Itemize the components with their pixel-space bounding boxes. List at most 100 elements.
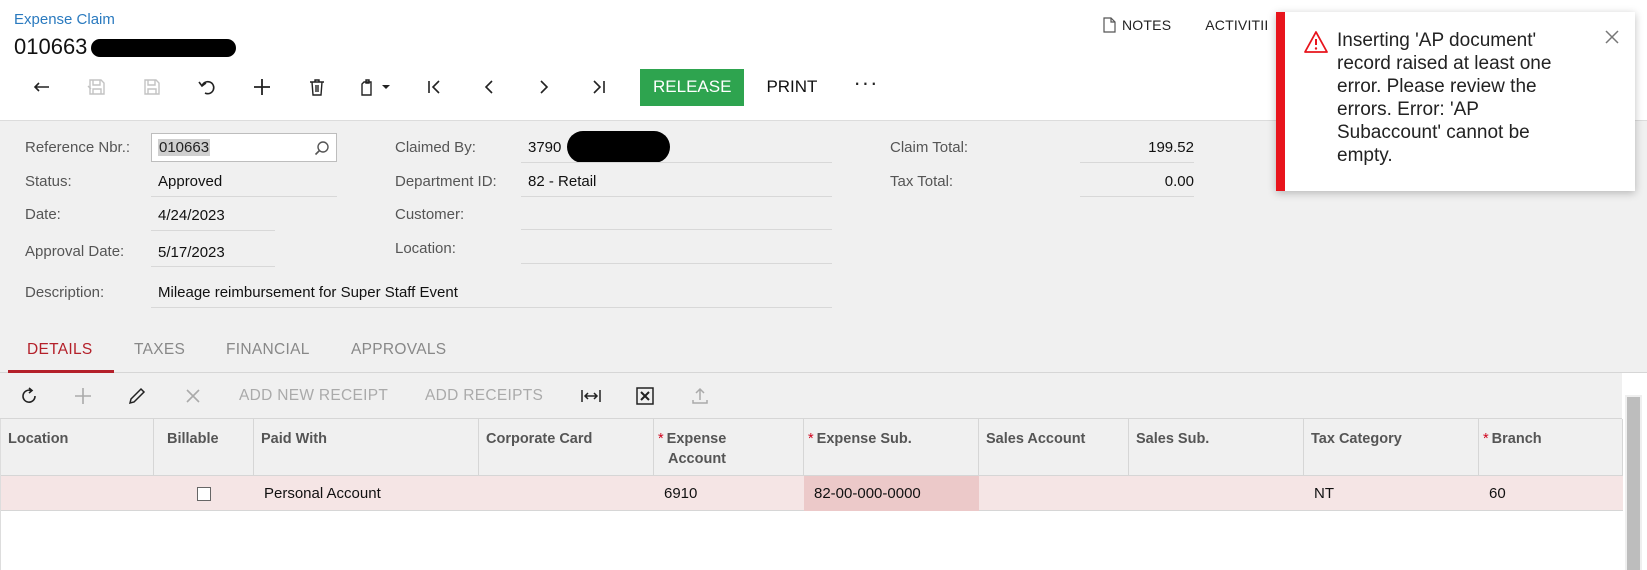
cell-tax-category[interactable]: NT	[1304, 476, 1479, 511]
previous-record-button[interactable]	[461, 68, 516, 106]
cell-expense-sub[interactable]: 82-00-000-0000	[804, 476, 979, 511]
last-icon	[592, 80, 605, 94]
upload-icon[interactable]	[690, 386, 710, 406]
billable-checkbox[interactable]	[197, 486, 211, 501]
error-notification: Inserting 'AP document' record raised at…	[1276, 12, 1635, 191]
date-value[interactable]: 4/24/2023	[158, 207, 225, 224]
grid-scrollbar[interactable]	[1625, 395, 1642, 570]
add-receipts-button[interactable]: ADD RECEIPTS	[425, 387, 543, 405]
claim-total-label: Claim Total:	[890, 139, 969, 156]
approval-date-underline	[151, 266, 275, 267]
claimed-by-label: Claimed By:	[395, 139, 476, 156]
description-value[interactable]: Mileage reimbursement for Super Staff Ev…	[158, 284, 458, 301]
record-title: 010663	[14, 34, 237, 60]
next-icon	[539, 80, 548, 94]
add-new-receipt-button[interactable]: ADD NEW RECEIPT	[239, 387, 388, 405]
add-button[interactable]	[234, 68, 289, 106]
department-id-value[interactable]: 82 - Retail	[528, 173, 596, 190]
export-excel-icon[interactable]	[635, 386, 655, 406]
customer-label: Customer:	[395, 206, 465, 223]
cell-paid-with[interactable]: Personal Account	[254, 476, 479, 511]
approval-date-label: Approval Date:	[25, 243, 125, 260]
col-tax-category[interactable]: Tax Category	[1304, 419, 1479, 476]
col-expense-sub[interactable]: * Expense Sub.	[804, 419, 979, 476]
tab-financial[interactable]: FINANCIAL	[226, 341, 310, 359]
add-icon	[253, 79, 270, 95]
cell-branch[interactable]: 60	[1479, 476, 1623, 511]
copy-paste-button[interactable]	[344, 68, 406, 106]
activities-label: ACTIVITII	[1205, 17, 1269, 33]
status-value: Approved	[158, 173, 223, 190]
fit-columns-icon[interactable]	[580, 386, 602, 406]
refresh-icon[interactable]	[19, 386, 39, 406]
search-icon[interactable]	[314, 140, 330, 156]
activities-link[interactable]: ACTIVITII	[1205, 17, 1268, 33]
record-number: 010663	[14, 34, 88, 59]
scrollbar-thumb[interactable]	[1627, 397, 1640, 570]
tax-total-value: 0.00	[1164, 173, 1194, 190]
redacted-claimant	[567, 131, 670, 163]
col-expense-account[interactable]: * Expense Account	[654, 419, 804, 476]
save-button[interactable]	[124, 68, 179, 106]
cell-corporate-card[interactable]	[479, 476, 654, 511]
claimed-by-value[interactable]: 3790	[528, 139, 561, 156]
last-record-button[interactable]	[571, 68, 626, 106]
table-row[interactable]: Personal Account 6910 82-00-000-0000 NT …	[1, 476, 1623, 511]
next-record-button[interactable]	[516, 68, 571, 106]
location-underline	[521, 263, 832, 264]
cell-sales-sub[interactable]	[1129, 476, 1304, 511]
col-sales-sub[interactable]: Sales Sub.	[1129, 419, 1304, 476]
notification-message: Inserting 'AP document' record raised at…	[1337, 30, 1552, 166]
first-icon	[427, 80, 440, 94]
delete-row-icon[interactable]	[183, 386, 203, 406]
back-button[interactable]	[14, 68, 69, 106]
close-icon[interactable]	[1603, 28, 1621, 46]
tab-approvals[interactable]: APPROVALS	[351, 341, 446, 359]
reference-nbr-input[interactable]: 010663	[151, 133, 337, 162]
location-label: Location:	[395, 240, 456, 257]
description-label: Description:	[25, 284, 105, 301]
redacted-name	[91, 39, 237, 57]
date-underline	[151, 230, 275, 231]
cell-billable[interactable]	[154, 476, 254, 511]
status-underline	[151, 196, 337, 197]
screen-title[interactable]: Expense Claim	[14, 11, 115, 28]
top-links: NOTES ACTIVITII	[1103, 17, 1268, 33]
notes-label: NOTES	[1122, 17, 1172, 33]
warning-icon	[1304, 31, 1328, 53]
add-row-icon[interactable]	[73, 386, 93, 406]
edit-icon[interactable]	[127, 386, 147, 406]
cell-sales-account[interactable]	[979, 476, 1129, 511]
undo-button[interactable]	[179, 68, 234, 106]
undo-icon	[197, 80, 215, 95]
col-sales-account[interactable]: Sales Account	[979, 419, 1129, 476]
date-label: Date:	[25, 206, 61, 223]
delete-button[interactable]	[289, 68, 344, 106]
print-button[interactable]: PRINT	[744, 69, 839, 106]
save-close-icon	[87, 79, 105, 95]
cell-expense-account[interactable]: 6910	[654, 476, 804, 511]
tab-details[interactable]: DETAILS	[27, 341, 93, 359]
col-billable[interactable]: Billable	[154, 419, 254, 476]
tab-taxes[interactable]: TAXES	[134, 341, 185, 359]
col-corporate-card[interactable]: Corporate Card	[479, 419, 654, 476]
reference-nbr-label: Reference Nbr.:	[25, 139, 131, 156]
main-toolbar: RELEASE PRINT ···	[14, 68, 892, 106]
col-location[interactable]: Location	[1, 419, 154, 476]
col-branch[interactable]: * Branch	[1479, 419, 1623, 476]
back-icon	[33, 82, 49, 92]
department-id-underline	[521, 196, 832, 197]
grid-header: Location Billable Paid With Corporate Ca…	[1, 419, 1623, 476]
col-paid-with[interactable]: Paid With	[254, 419, 479, 476]
department-id-label: Department ID:	[395, 173, 497, 190]
tax-total-label: Tax Total:	[890, 173, 954, 190]
save-close-button[interactable]	[69, 68, 124, 106]
save-icon	[143, 79, 160, 95]
claim-total-underline	[1080, 162, 1194, 163]
notes-link[interactable]: NOTES	[1103, 17, 1171, 33]
first-record-button[interactable]	[406, 68, 461, 106]
cell-location[interactable]	[1, 476, 154, 511]
chevron-down-icon	[382, 85, 390, 89]
more-button[interactable]: ···	[839, 65, 892, 102]
release-button[interactable]: RELEASE	[640, 68, 745, 106]
